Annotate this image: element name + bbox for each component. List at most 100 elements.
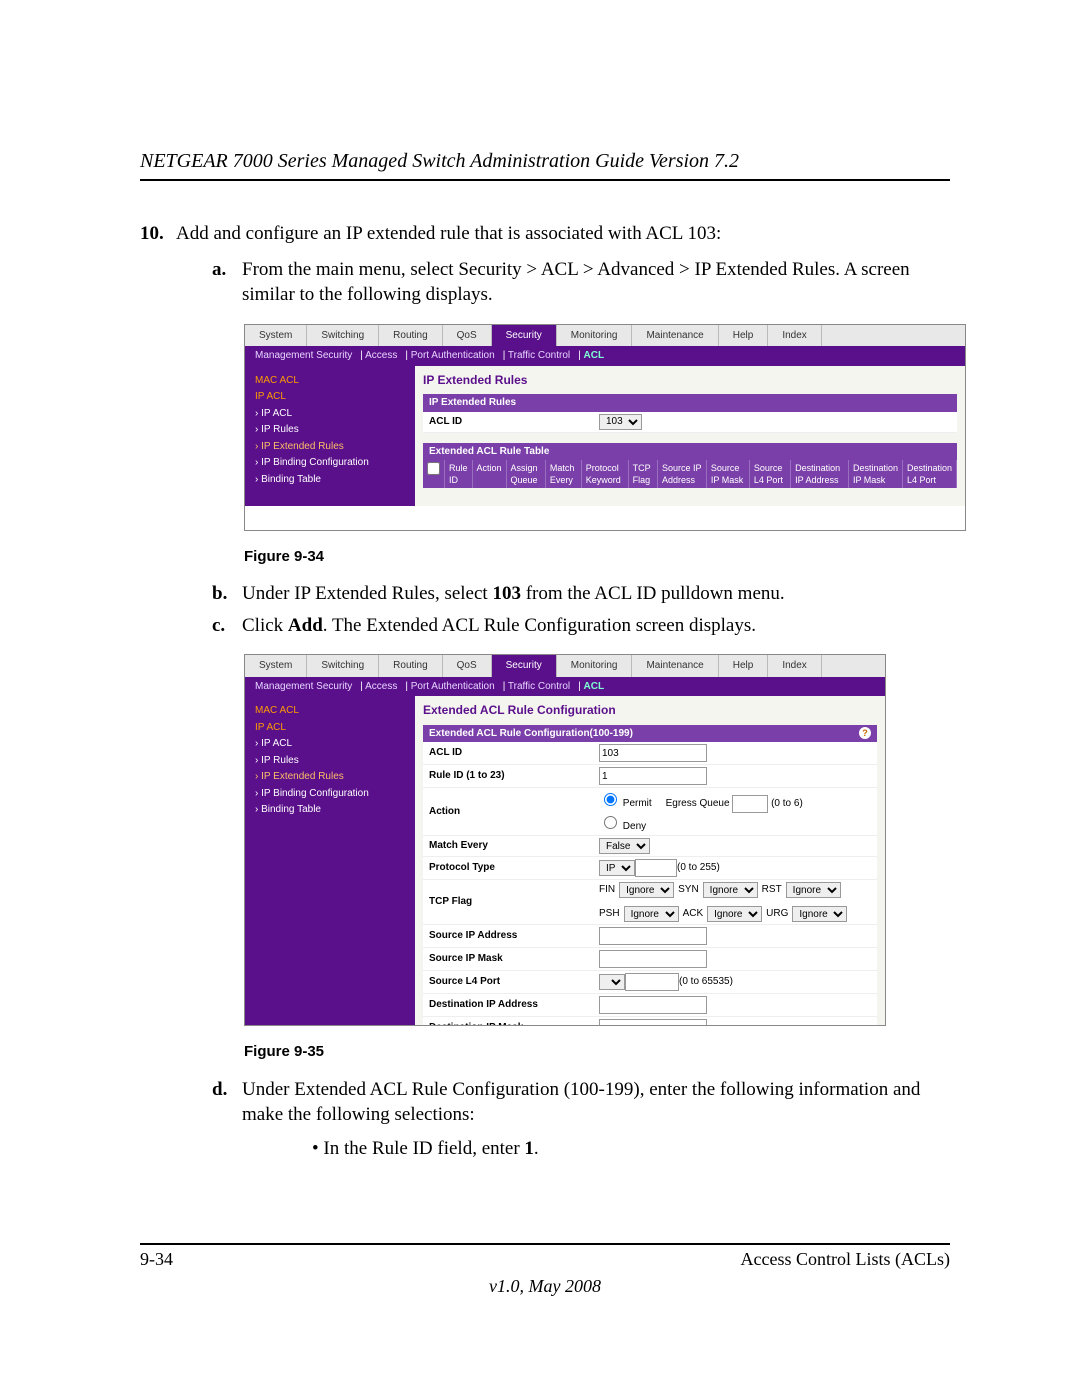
side-ip-binding[interactable]: › IP Binding Configuration [255, 456, 405, 470]
sport-select[interactable] [599, 974, 625, 990]
flag-fin: FIN [599, 883, 615, 897]
figure-caption-2: Figure 9-35 [244, 1042, 966, 1062]
subtab2-mgmt[interactable]: Management Security [255, 681, 352, 692]
proto-input[interactable] [635, 859, 677, 877]
f-dip-lbl: Destination IP Address [429, 998, 599, 1012]
subtab2-traffic[interactable]: Traffic Control [508, 681, 570, 692]
subtab-access[interactable]: Access [365, 350, 397, 361]
side2-ip-acl[interactable]: IP ACL [255, 721, 405, 735]
version-date: v1.0, May 2008 [140, 1276, 950, 1297]
side-ip-rules[interactable]: › IP Rules [255, 423, 405, 437]
figure-caption-1: Figure 9-34 [244, 547, 966, 567]
subtab-traffic[interactable]: Traffic Control [508, 350, 570, 361]
tab2-security[interactable]: Security [492, 655, 557, 677]
egress-input[interactable] [732, 795, 768, 813]
f-ruleid-lbl: Rule ID (1 to 23) [429, 769, 599, 783]
tab2-system[interactable]: System [245, 655, 307, 677]
permit-radio[interactable] [604, 793, 617, 806]
sip-input[interactable] [599, 927, 707, 945]
col-ruleid: Rule ID [445, 460, 473, 488]
proto-select[interactable]: IP [599, 860, 635, 876]
psh-select[interactable]: Ignore [624, 906, 679, 922]
tab-help[interactable]: Help [719, 325, 769, 347]
tab-maintenance[interactable]: Maintenance [632, 325, 718, 347]
ack-select[interactable]: Ignore [707, 906, 762, 922]
page-header: NETGEAR 7000 Series Managed Switch Admin… [140, 150, 950, 181]
permit-label: Permit [623, 798, 652, 809]
side2-ip-ext-rules[interactable]: › IP Extended Rules [255, 770, 405, 784]
tab-qos[interactable]: QoS [443, 325, 492, 347]
side2-ip-binding[interactable]: › IP Binding Configuration [255, 787, 405, 801]
rst-select[interactable]: Ignore [786, 882, 841, 898]
side-ip-acl-sub[interactable]: › IP ACL [255, 407, 405, 421]
panel-title: IP Extended Rules [423, 372, 957, 388]
dmask-input[interactable] [599, 1019, 707, 1026]
side2-ip-acl-sub[interactable]: › IP ACL [255, 737, 405, 751]
side-mac-acl[interactable]: MAC ACL [255, 374, 405, 388]
sub-b-pre: Under IP Extended Rules, select [242, 583, 492, 604]
sidebar-2: MAC ACL IP ACL › IP ACL › IP Rules › IP … [245, 696, 415, 1026]
panel-header-table: Extended ACL Rule Table [423, 443, 957, 461]
f-aclid-input[interactable] [599, 744, 707, 762]
subtab-acl[interactable]: ACL [584, 350, 605, 361]
egress-hint: (0 to 6) [771, 798, 803, 809]
tab2-routing[interactable]: Routing [379, 655, 442, 677]
col-smask: Source IP Mask [707, 460, 750, 488]
side-binding-table[interactable]: › Binding Table [255, 473, 405, 487]
match-select[interactable]: False [599, 838, 650, 854]
col-dmask: Destination IP Mask [849, 460, 903, 488]
side2-mac-acl[interactable]: MAC ACL [255, 704, 405, 718]
f-ruleid-input[interactable] [599, 767, 707, 785]
fin-select[interactable]: Ignore [619, 882, 674, 898]
subtab-mgmt[interactable]: Management Security [255, 350, 352, 361]
flag-urg: URG [766, 907, 788, 921]
smask-input[interactable] [599, 950, 707, 968]
sub-b-post: from the ACL ID pulldown menu. [521, 583, 785, 604]
side-ip-acl[interactable]: IP ACL [255, 390, 405, 404]
col-sip: Source IP Address [658, 460, 707, 488]
tab-routing[interactable]: Routing [379, 325, 442, 347]
aclid-select[interactable]: 103 [599, 414, 642, 430]
subtab2-access[interactable]: Access [365, 681, 397, 692]
deny-radio[interactable] [604, 816, 617, 829]
col-dip: Destination IP Address [791, 460, 849, 488]
tab-switching[interactable]: Switching [307, 325, 379, 347]
sport-hint: (0 to 65535) [679, 975, 733, 989]
subtab2-acl[interactable]: ACL [584, 681, 605, 692]
side-ip-ext-rules[interactable]: › IP Extended Rules [255, 440, 405, 454]
tab-security[interactable]: Security [492, 325, 557, 347]
sport-input[interactable] [625, 973, 679, 991]
sub-b-letter: b. [212, 581, 242, 607]
tab2-index[interactable]: Index [768, 655, 821, 677]
dip-input[interactable] [599, 996, 707, 1014]
f-sip-lbl: Source IP Address [429, 929, 599, 943]
col-tcp: TCP Flag [629, 460, 658, 488]
help-icon[interactable]: ? [859, 727, 871, 739]
tab-monitoring[interactable]: Monitoring [557, 325, 633, 347]
tab2-qos[interactable]: QoS [443, 655, 492, 677]
subtab2-portauth[interactable]: Port Authentication [411, 681, 495, 692]
table-header: Rule ID Action Assign Queue Match Every … [423, 460, 957, 488]
tab2-monitoring[interactable]: Monitoring [557, 655, 633, 677]
aclid-label: ACL ID [429, 415, 599, 429]
col-match: Match Every [546, 460, 582, 488]
panel-header-rules: IP Extended Rules [423, 394, 957, 412]
tab2-switching[interactable]: Switching [307, 655, 379, 677]
side2-binding-table[interactable]: › Binding Table [255, 803, 405, 817]
select-all-checkbox[interactable] [427, 462, 440, 475]
syn-select[interactable]: Ignore [703, 882, 758, 898]
flag-rst: RST [762, 883, 782, 897]
f-smask-lbl: Source IP Mask [429, 952, 599, 966]
side2-ip-rules[interactable]: › IP Rules [255, 754, 405, 768]
f-tcp-lbl: TCP Flag [429, 895, 599, 909]
col-sport: Source L4 Port [750, 460, 791, 488]
tab-system[interactable]: System [245, 325, 307, 347]
tab2-maintenance[interactable]: Maintenance [632, 655, 718, 677]
flag-psh: PSH [599, 907, 620, 921]
subtab-portauth[interactable]: Port Authentication [411, 350, 495, 361]
sub-c-bold: Add [288, 615, 323, 636]
tab-index[interactable]: Index [768, 325, 821, 347]
f-dmask-lbl: Destination IP Mask [429, 1021, 599, 1026]
urg-select[interactable]: Ignore [792, 906, 847, 922]
tab2-help[interactable]: Help [719, 655, 769, 677]
